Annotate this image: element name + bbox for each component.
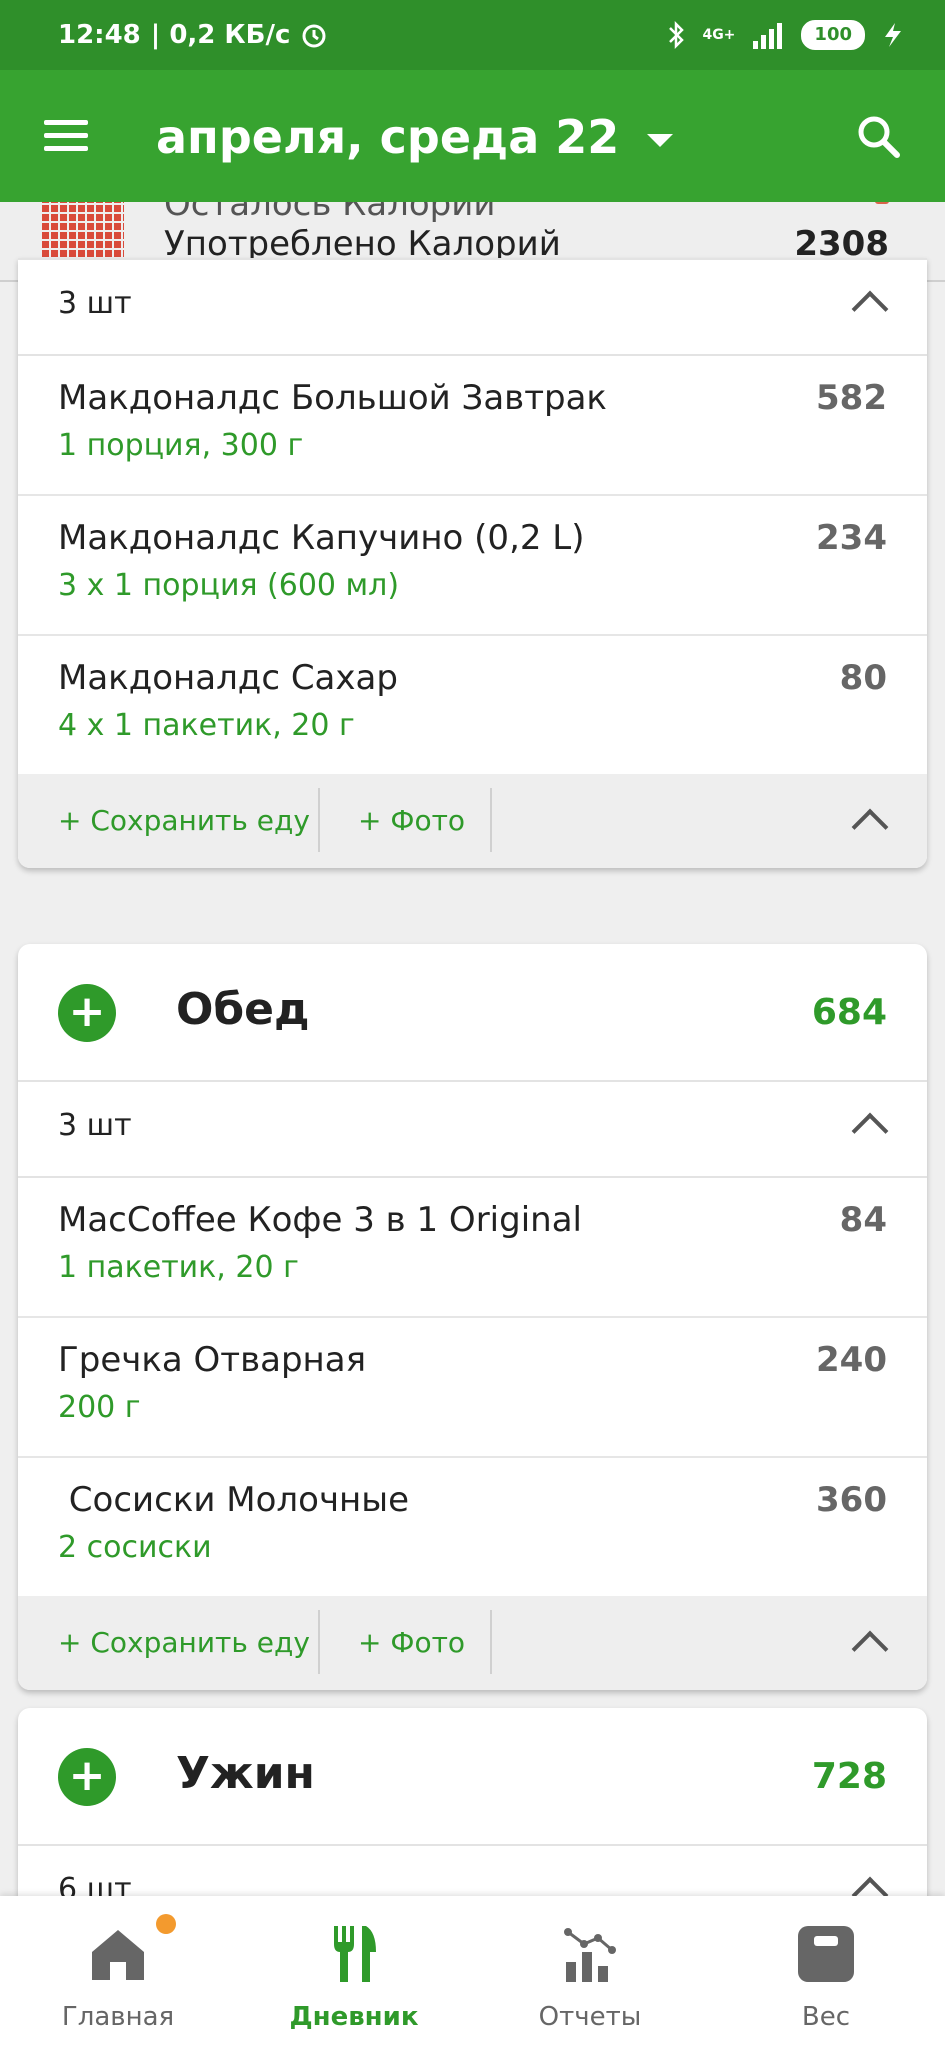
chevron-up-icon[interactable] [851,1112,889,1150]
signal-icon [753,23,783,49]
food-kcal: 240 [816,1340,887,1380]
meal-title: Обед [176,984,310,1035]
lunch-footer: + Сохранить еду + Фото [18,1596,927,1690]
status-bar: 12:48 | 0,2 КБ/с 4G+ 100 [0,0,945,70]
meal-title: Ужин [176,1748,315,1799]
fork-knife-icon [334,1926,376,1982]
save-food-button[interactable]: + Сохранить еду [58,804,310,837]
food-name: Макдоналдс Капучино (0,2 L) [58,518,585,558]
item-count: 3 шт [58,286,132,321]
food-name: Макдоналдс Большой Завтрак [58,378,607,418]
remaining-label: Осталось Калорий [164,202,496,224]
battery-icon: 100 [801,20,865,50]
divider [318,788,320,852]
food-item[interactable]: Макдоналдс Сахар 4 x 1 пакетик, 20 г 80 [18,636,927,774]
divider [490,788,492,852]
nav-weight[interactable]: Вес [708,1896,944,2048]
nav-label: Дневник [289,2002,419,2032]
food-portion: 200 г [58,1390,141,1425]
chevron-up-icon[interactable] [851,808,889,846]
lunch-card: + Обед 684 3 шт MacCoffee Кофе 3 в 1 Ori… [18,944,927,1690]
divider [318,1610,320,1674]
save-food-button[interactable]: + Сохранить еду [58,1626,310,1659]
alarm-icon [302,24,326,48]
food-item[interactable]: Сосиски Молочные 2 сосиски 360 [18,1458,927,1596]
divider [490,1610,492,1674]
nav-diary[interactable]: Дневник [236,1896,472,2048]
breakfast-footer: + Сохранить еду + Фото [18,774,927,868]
food-portion: 2 сосиски [58,1530,212,1565]
meal-kcal: 684 [811,992,887,1033]
nav-label: Отчеты [538,2002,642,2032]
bluetooth-icon [669,20,685,50]
calorie-grid-icon [40,202,124,262]
food-kcal: 360 [816,1480,887,1520]
food-name: Гречка Отварная [58,1340,367,1380]
clock: 12:48 [58,20,141,50]
food-item[interactable]: Макдоналдс Большой Завтрак 1 порция, 300… [18,356,927,496]
food-name: MacCoffee Кофе 3 в 1 Original [58,1200,582,1240]
remaining-indicator [875,202,889,204]
chevron-down-icon [647,133,674,147]
meal-kcal: 728 [811,1756,887,1797]
charging-icon [885,23,901,47]
food-name: Сосиски Молочные [58,1480,410,1520]
date-selector[interactable]: апреля, среда 22 [156,110,674,164]
add-food-button[interactable]: + [58,1748,116,1806]
lunch-count-row[interactable]: 3 шт [18,1080,927,1178]
page-title: апреля, среда 22 [156,110,620,164]
nav-label: Главная [61,2002,175,2032]
dinner-header: + Ужин 728 [18,1708,927,1844]
chevron-up-icon[interactable] [851,1630,889,1668]
food-item[interactable]: MacCoffee Кофе 3 в 1 Original 1 пакетик,… [18,1178,927,1318]
item-count: 3 шт [58,1108,132,1143]
net-speed: | 0,2 КБ/с [150,20,291,50]
food-kcal: 80 [839,658,887,698]
add-food-button[interactable]: + [58,984,116,1042]
bottom-navigation: Главная Дневник Отчеты Вес [0,1896,945,2048]
hamburger-icon[interactable] [44,120,88,152]
food-kcal: 84 [839,1200,887,1240]
add-photo-button[interactable]: + Фото [358,804,465,837]
add-photo-button[interactable]: + Фото [358,1626,465,1659]
food-name: Макдоналдс Сахар [58,658,398,698]
food-portion: 1 порция, 300 г [58,428,304,463]
breakfast-card: 3 шт Макдоналдс Большой Завтрак 1 порция… [18,258,927,868]
food-kcal: 582 [816,378,887,418]
app-bar: апреля, среда 22 [0,70,945,202]
food-portion: 1 пакетик, 20 г [58,1250,299,1285]
nav-reports[interactable]: Отчеты [472,1896,708,2048]
home-icon [92,1930,144,1980]
food-portion: 3 x 1 порция (600 мл) [58,568,400,603]
food-item[interactable]: Макдоналдс Капучино (0,2 L) 3 x 1 порция… [18,496,927,636]
food-item[interactable]: Гречка Отварная 200 г 240 [18,1318,927,1458]
notification-badge [156,1914,176,1934]
nav-label: Вес [801,2002,851,2032]
breakfast-count-row[interactable]: 3 шт [18,258,927,356]
food-kcal: 234 [816,518,887,558]
reports-icon [564,1928,616,1982]
scale-icon [798,1926,854,1982]
chevron-up-icon[interactable] [851,290,889,328]
search-icon[interactable] [856,114,900,158]
lunch-header: + Обед 684 [18,944,927,1080]
food-portion: 4 x 1 пакетик, 20 г [58,708,355,743]
network-type: 4G+ [702,27,736,43]
remaining-row: Осталось Калорий [164,202,889,224]
nav-home[interactable]: Главная [0,1896,236,2048]
